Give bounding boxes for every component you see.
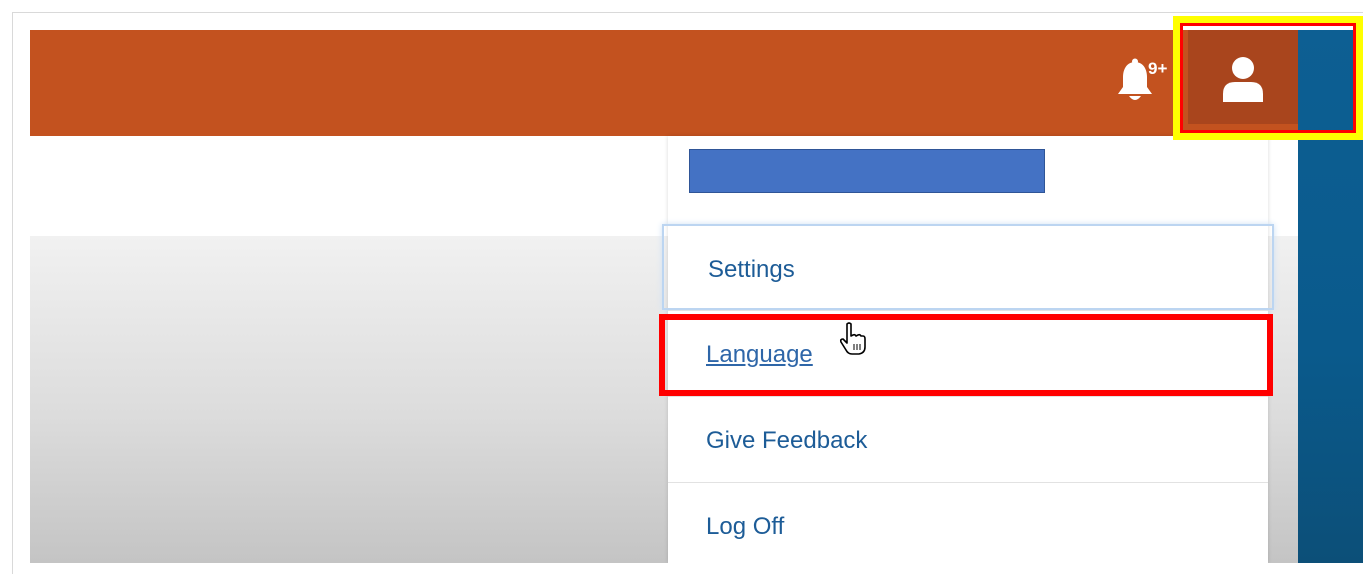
menu-item-label: Settings bbox=[708, 256, 795, 283]
top-navigation-bar bbox=[30, 30, 1298, 136]
menu-item-give-feedback[interactable]: Give Feedback bbox=[668, 396, 1268, 482]
highlight-box-language-item bbox=[659, 314, 1273, 396]
app-screen: 9+ Settings Language Give Feedback Log O… bbox=[30, 30, 1363, 563]
highlight-box-account-button-inner bbox=[1180, 23, 1356, 133]
notification-count-badge: 9+ bbox=[1148, 59, 1168, 78]
menu-item-label: Log Off bbox=[706, 513, 785, 540]
menu-item-log-off[interactable]: Log Off bbox=[668, 482, 1268, 563]
menu-item-settings[interactable]: Settings bbox=[662, 224, 1274, 310]
redacted-user-name bbox=[689, 149, 1045, 193]
menu-item-label: Give Feedback bbox=[706, 427, 868, 454]
